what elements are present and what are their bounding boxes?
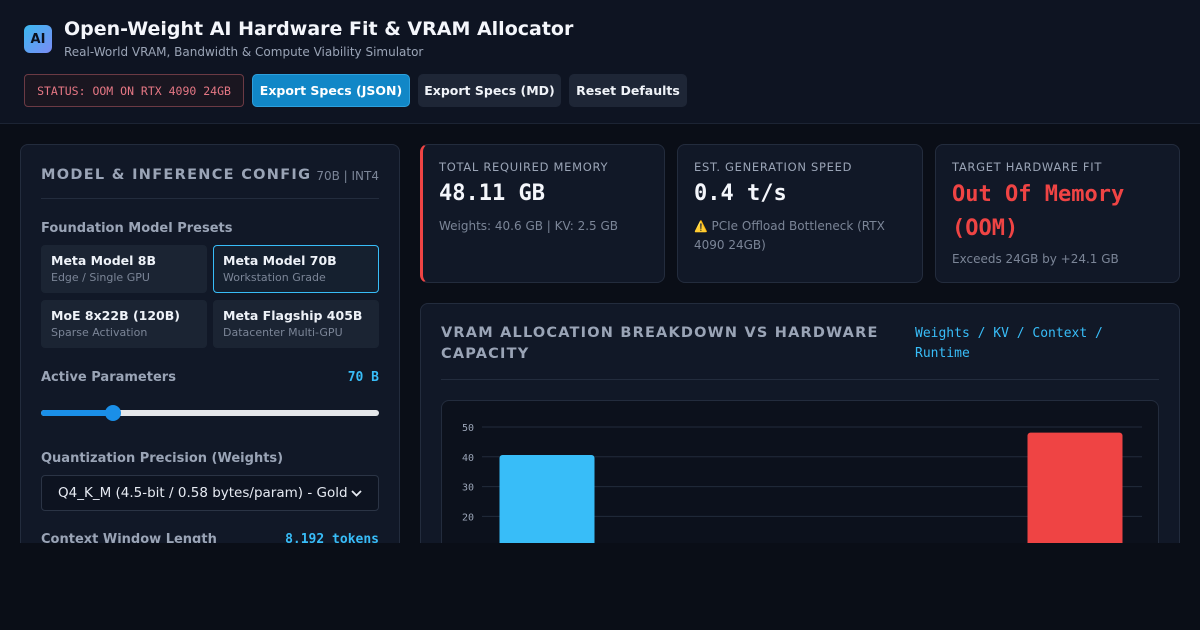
preset-meta-8b[interactable]: Meta Model 8B Edge / Single GPU bbox=[41, 245, 207, 293]
params-slider[interactable] bbox=[41, 405, 379, 421]
preset-meta-405b[interactable]: Meta Flagship 405B Datacenter Multi-GPU bbox=[213, 300, 379, 348]
chart-title: VRAM ALLOCATION BREAKDOWN VS HARDWARE CA… bbox=[441, 325, 879, 362]
status-badge: STATUS: OOM ON RTX 4090 24GB bbox=[24, 74, 244, 107]
config-divider bbox=[41, 198, 379, 199]
preset-desc: Datacenter Multi-GPU bbox=[223, 326, 343, 339]
metric-label: TOTAL REQUIRED MEMORY bbox=[439, 160, 609, 174]
preset-moe-8x22b[interactable]: MoE 8x22B (120B) Sparse Activation bbox=[41, 300, 207, 348]
params-slider-handle[interactable] bbox=[104, 405, 121, 421]
metric-label: EST. GENERATION SPEED bbox=[694, 160, 853, 174]
model-config-panel: MODEL & INFERENCE CONFIG 70B | INT4 Foun… bbox=[20, 144, 400, 564]
preset-name: Meta Model 70B bbox=[223, 253, 337, 268]
preset-desc: Edge / Single GPU bbox=[51, 271, 150, 284]
fit-value-line2: (OOM) bbox=[952, 216, 1019, 241]
app-header: AI Open-Weight AI Hardware Fit & VRAM Al… bbox=[0, 0, 1200, 124]
speed-note: ⚠️ PCIe Offload Bottleneck (RTX 4090 24G… bbox=[694, 217, 909, 254]
y-tick-label: 20 bbox=[462, 512, 474, 523]
y-tick-label: 50 bbox=[462, 423, 474, 434]
y-tick-label: 40 bbox=[462, 453, 474, 464]
preset-name: Meta Model 8B bbox=[51, 253, 156, 268]
fit-exceeds-note: Exceeds 24GB by +24.1 GB bbox=[952, 252, 1119, 266]
memory-metric-card: TOTAL REQUIRED MEMORY 48.11 GB Weights: … bbox=[420, 144, 665, 283]
params-label: Active Parameters bbox=[41, 370, 176, 385]
config-meta: 70B | INT4 bbox=[316, 169, 379, 183]
chart-divider bbox=[441, 379, 1159, 380]
quant-label: Quantization Precision (Weights) bbox=[41, 451, 284, 466]
params-value: 70 B bbox=[347, 370, 379, 385]
presets-label: Foundation Model Presets bbox=[41, 221, 233, 236]
hardware-fit-card: TARGET HARDWARE FIT Out Of Memory (OOM) … bbox=[935, 144, 1180, 283]
vram-chart-card: VRAM ALLOCATION BREAKDOWN VS HARDWARE CA… bbox=[420, 303, 1180, 616]
quant-selected-value: Q4_K_M (4.5-bit / 0.58 bytes/param) - Go… bbox=[58, 485, 348, 501]
preset-desc: Workstation Grade bbox=[223, 271, 326, 284]
y-tick-label: 30 bbox=[462, 483, 474, 494]
export-json-button[interactable]: Export Specs (JSON) bbox=[252, 74, 410, 107]
params-slider-fill bbox=[41, 410, 113, 416]
speed-warning-text: PCIe Offload Bottleneck (RTX 4090 24GB) bbox=[694, 219, 885, 252]
metric-label: TARGET HARDWARE FIT bbox=[952, 160, 1103, 174]
page-bottom-area bbox=[0, 543, 1200, 630]
quant-select[interactable]: Q4_K_M (4.5-bit / 0.58 bytes/param) - Go… bbox=[41, 475, 379, 511]
warning-icon: ⚠️ bbox=[694, 220, 708, 233]
preset-meta-70b[interactable]: Meta Model 70B Workstation Grade bbox=[213, 245, 379, 293]
preset-name: Meta Flagship 405B bbox=[223, 308, 363, 323]
memory-value: 48.11 GB bbox=[439, 181, 545, 206]
fit-value-line1: Out Of Memory bbox=[952, 182, 1125, 207]
export-md-button[interactable]: Export Specs (MD) bbox=[418, 74, 561, 107]
config-title: MODEL & INFERENCE CONFIG bbox=[41, 167, 312, 183]
preset-name: MoE 8x22B (120B) bbox=[51, 308, 180, 323]
preset-desc: Sparse Activation bbox=[51, 326, 148, 339]
app-subtitle: Real-World VRAM, Bandwidth & Compute Via… bbox=[64, 45, 424, 59]
reset-defaults-button[interactable]: Reset Defaults bbox=[569, 74, 687, 107]
fit-value: Out Of Memory (OOM) bbox=[952, 178, 1124, 246]
app-logo: AI bbox=[24, 25, 52, 53]
speed-value: 0.4 t/s bbox=[694, 181, 787, 206]
chart-legend: Weights / KV / Context / Runtime bbox=[915, 326, 1103, 361]
app-title: Open-Weight AI Hardware Fit & VRAM Alloc… bbox=[64, 18, 574, 40]
memory-breakdown: Weights: 40.6 GB | KV: 2.5 GB bbox=[439, 219, 619, 233]
speed-metric-card: EST. GENERATION SPEED 0.4 t/s ⚠️ PCIe Of… bbox=[677, 144, 923, 283]
chevron-down-icon bbox=[351, 489, 362, 497]
